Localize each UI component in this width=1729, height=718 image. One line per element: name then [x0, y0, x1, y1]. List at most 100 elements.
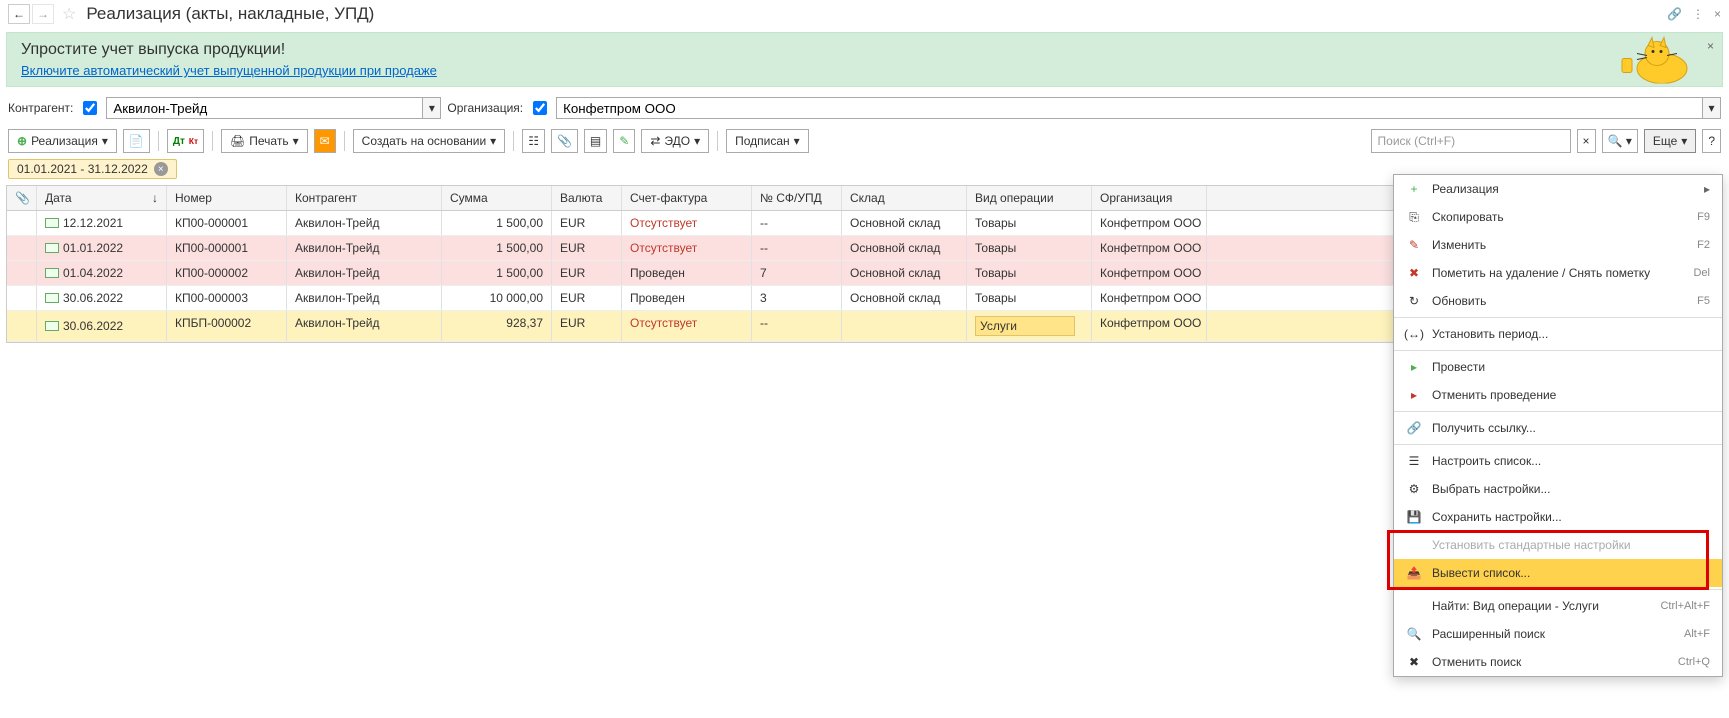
- cell-organization: Конфетпром ООО: [1092, 286, 1207, 310]
- cell-warehouse: Основной склад: [842, 211, 967, 235]
- cell-num: КП00-000001: [167, 236, 287, 260]
- cell-operation: Товары: [967, 261, 1092, 285]
- col-operation[interactable]: Вид операции: [967, 186, 1092, 210]
- cell-invoice: Отсутствует: [622, 236, 752, 260]
- cell-num: КПБП-000002: [167, 311, 287, 341]
- col-attach-icon[interactable]: 📎: [7, 186, 37, 210]
- menu-item-shortcut: Ctrl+Alt+F: [1660, 600, 1710, 612]
- menu-item[interactable]: ✖Пометить на удаление / Снять пометкуDel: [1394, 259, 1722, 287]
- cell-date: 01.01.2022: [37, 236, 167, 260]
- menu-item[interactable]: ✎ИзменитьF2: [1394, 231, 1722, 259]
- create-sale-button[interactable]: ⊕Реализация ▾: [8, 129, 117, 153]
- document-icon: [45, 293, 59, 303]
- menu-item[interactable]: 💾Сохранить настройки...: [1394, 503, 1722, 531]
- menu-item[interactable]: +Реализация: [1394, 175, 1722, 203]
- link-icon[interactable]: 🔗: [1667, 7, 1682, 21]
- promo-mascot-icon: [1612, 33, 1692, 86]
- menu-item-icon: ▸: [1406, 387, 1422, 403]
- menu-item-label: Расширенный поиск: [1432, 627, 1545, 641]
- cell-sum: 10 000,00: [442, 286, 552, 310]
- menu-item[interactable]: ↻ОбновитьF5: [1394, 287, 1722, 315]
- cell-date: 30.06.2022: [37, 311, 167, 341]
- menu-item[interactable]: Найти: Вид операции - УслугиCtrl+Alt+F: [1394, 592, 1722, 620]
- counterparty-input[interactable]: [106, 97, 423, 119]
- search-clear-button[interactable]: ×: [1577, 129, 1596, 153]
- col-counterparty[interactable]: Контрагент: [287, 186, 442, 210]
- col-warehouse[interactable]: Склад: [842, 186, 967, 210]
- date-range-chip[interactable]: 01.01.2021 - 31.12.2022 ×: [8, 159, 177, 179]
- menu-item-icon: 📤: [1406, 565, 1422, 581]
- org-input[interactable]: [556, 97, 1703, 119]
- cell-date: 01.04.2022: [37, 261, 167, 285]
- col-num[interactable]: Номер: [167, 186, 287, 210]
- mail-button[interactable]: ✉: [314, 129, 336, 153]
- list-button[interactable]: ▤: [584, 129, 607, 153]
- col-date[interactable]: Дата↓: [37, 186, 167, 210]
- menu-item[interactable]: ✖Отменить поискCtrl+Q: [1394, 648, 1722, 676]
- cell-currency: EUR: [552, 286, 622, 310]
- cell-warehouse: [842, 311, 967, 341]
- org-dropdown-button[interactable]: ▾: [1703, 97, 1721, 119]
- counterparty-checkbox[interactable]: [83, 101, 97, 115]
- cell-currency: EUR: [552, 261, 622, 285]
- registry-button[interactable]: ☷: [522, 129, 545, 153]
- menu-item-label: Провести: [1432, 360, 1485, 374]
- cell-invoice-num: --: [752, 236, 842, 260]
- menu-item[interactable]: 🔗Получить ссылку...: [1394, 414, 1722, 442]
- cell-sum: 1 500,00: [442, 236, 552, 260]
- cell-organization: Конфетпром ООО: [1092, 211, 1207, 235]
- print-button[interactable]: 🖨 Печать ▾: [221, 129, 308, 153]
- menu-item[interactable]: 📤 Вывести список...: [1394, 559, 1722, 587]
- cell-warehouse: Основной склад: [842, 286, 967, 310]
- cell-invoice: Отсутствует: [622, 311, 752, 341]
- page-title: Реализация (акты, накладные, УПД): [86, 4, 374, 24]
- copy-doc-button[interactable]: 📄: [123, 129, 150, 153]
- more-button[interactable]: Еще ▾: [1644, 129, 1696, 153]
- counterparty-dropdown-button[interactable]: ▾: [423, 97, 441, 119]
- promo-link[interactable]: Включите автоматический учет выпущенной …: [21, 63, 437, 78]
- create-based-button[interactable]: Создать на основании ▾: [353, 129, 506, 153]
- cell-num: КП00-000001: [167, 211, 287, 235]
- menu-item[interactable]: ☰Настроить список...: [1394, 447, 1722, 475]
- col-currency[interactable]: Валюта: [552, 186, 622, 210]
- menu-item-label: Сохранить настройки...: [1432, 510, 1562, 524]
- menu-item[interactable]: (↔)Установить период...: [1394, 320, 1722, 348]
- cell-warehouse: Основной склад: [842, 261, 967, 285]
- menu-item-icon: +: [1406, 181, 1422, 197]
- cell-sum: 1 500,00: [442, 211, 552, 235]
- nav-back-button[interactable]: ←: [8, 4, 30, 24]
- counterparty-label: Контрагент:: [8, 101, 73, 115]
- menu-item-icon: ⎘: [1406, 209, 1422, 225]
- edo-button[interactable]: ⇄ ЭДО ▾: [641, 129, 709, 153]
- chip-close-icon[interactable]: ×: [154, 162, 168, 176]
- kebab-icon[interactable]: ⋮: [1692, 7, 1704, 21]
- menu-item[interactable]: 🔍Расширенный поискAlt+F: [1394, 620, 1722, 648]
- col-invoice-num[interactable]: № СФ/УПД: [752, 186, 842, 210]
- sign-button[interactable]: ✎: [613, 129, 635, 153]
- menu-item[interactable]: ▸Провести: [1394, 353, 1722, 381]
- menu-item-icon: ✎: [1406, 237, 1422, 253]
- document-icon: [45, 243, 59, 253]
- menu-item[interactable]: ⎘СкопироватьF9: [1394, 203, 1722, 231]
- help-button[interactable]: ?: [1702, 129, 1721, 153]
- close-icon[interactable]: ×: [1714, 7, 1721, 21]
- org-checkbox[interactable]: [533, 101, 547, 115]
- favorite-star-icon[interactable]: ☆: [62, 4, 76, 24]
- signed-button[interactable]: Подписан ▾: [726, 129, 809, 153]
- cell-organization: Конфетпром ООО: [1092, 261, 1207, 285]
- attach-button[interactable]: 📎: [551, 129, 578, 153]
- col-sum[interactable]: Сумма: [442, 186, 552, 210]
- search-button[interactable]: 🔍 ▾: [1602, 129, 1638, 153]
- menu-item[interactable]: ⚙Выбрать настройки...: [1394, 475, 1722, 503]
- menu-item[interactable]: ▸Отменить проведение: [1394, 381, 1722, 409]
- search-input[interactable]: Поиск (Ctrl+F): [1371, 129, 1571, 153]
- col-invoice[interactable]: Счет-фактура: [622, 186, 752, 210]
- menu-item-label: Вывести список...: [1432, 566, 1530, 580]
- menu-item: Установить стандартные настройки: [1394, 531, 1722, 559]
- nav-forward-button[interactable]: →: [32, 4, 54, 24]
- cell-date: 30.06.2022: [37, 286, 167, 310]
- col-organization[interactable]: Организация: [1092, 186, 1207, 210]
- menu-item-icon: ✖: [1406, 265, 1422, 281]
- promo-close-icon[interactable]: ×: [1707, 39, 1714, 53]
- dtkt-button[interactable]: ДтКт: [167, 129, 204, 153]
